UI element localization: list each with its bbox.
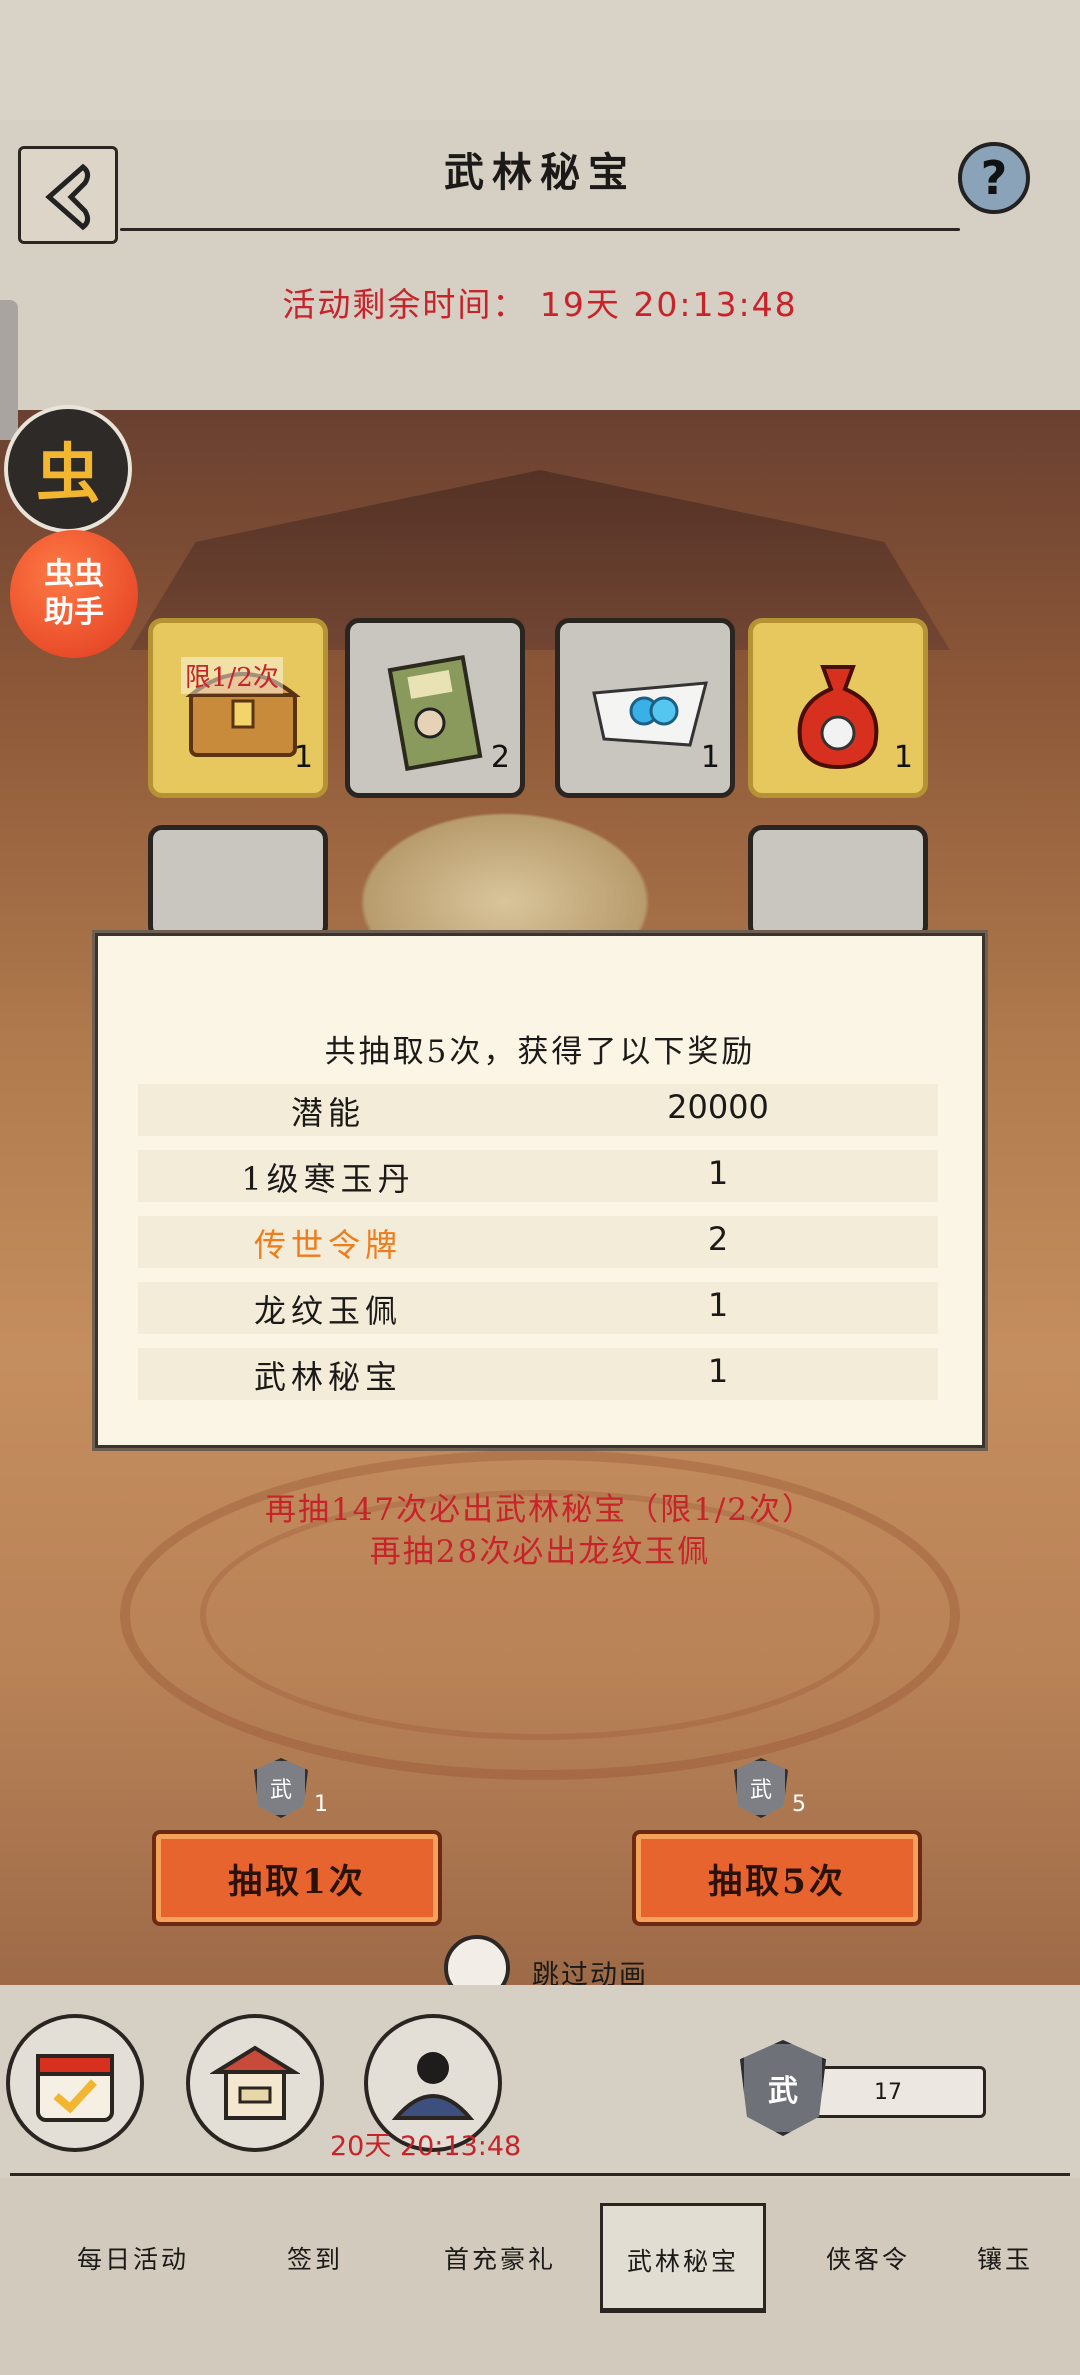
reward-row: 潜能 20000	[98, 1084, 982, 1136]
calendar-icon	[36, 2054, 114, 2122]
prize-card-token[interactable]	[148, 825, 328, 940]
reward-row: 武林秘宝 1	[98, 1348, 982, 1400]
tab-xiake-order[interactable]: 侠客令	[783, 2240, 953, 2276]
draw-one-button[interactable]: 抽取1次	[152, 1830, 442, 1926]
helper-button[interactable]: 虫虫助手	[10, 530, 138, 658]
shortcut-timer: 20天 20:13:48	[330, 2131, 522, 2162]
tabbar-divider	[10, 2173, 1070, 2176]
limit-tag: 限1/2次	[181, 657, 283, 694]
character-portrait-icon	[391, 2052, 475, 2120]
money-bag-icon	[797, 665, 879, 770]
shop-icon	[210, 2045, 300, 2120]
status-strip	[0, 0, 1080, 120]
prize-card-moneybag[interactable]: 1	[748, 618, 928, 798]
prize-card-pendant[interactable]: 1	[555, 618, 735, 798]
reward-name: 潜能	[290, 1094, 365, 1132]
prize-count: 1	[893, 740, 913, 775]
reward-name: 传世令牌	[253, 1226, 402, 1264]
reward-qty: 2	[707, 1220, 729, 1258]
countdown-label: 活动剩余时间：	[282, 285, 528, 324]
tab-inlay-jade[interactable]: 镶玉	[940, 2240, 1070, 2276]
tab-checkin[interactable]: 签到	[230, 2240, 400, 2276]
pity-line-2: 再抽28次必出龙纹玉佩	[369, 1534, 711, 1570]
prize-count: 1	[700, 740, 720, 775]
prize-card-chest[interactable]: 限1/2次 1	[148, 618, 328, 798]
bug-assistant-button[interactable]: 虫	[4, 405, 132, 533]
reward-qty: 1	[707, 1352, 729, 1390]
reward-qty: 1	[707, 1154, 729, 1192]
tab-bar	[0, 2178, 1080, 2375]
shortcut-shop[interactable]	[186, 2014, 324, 2152]
tab-first-recharge[interactable]: 首充豪礼	[415, 2240, 585, 2276]
side-drawer-handle[interactable]	[0, 300, 18, 440]
draw-one-cost: 1	[314, 1792, 328, 1817]
reward-name: 武林秘宝	[253, 1358, 402, 1396]
tab-wulin-treasure[interactable]: 武林秘宝	[600, 2203, 766, 2313]
question-mark-icon: ?	[980, 151, 1008, 205]
reward-name: 1级寒玉丹	[241, 1160, 415, 1198]
manual-book-icon	[387, 655, 483, 771]
draw-one-label: 抽取1次	[228, 1861, 366, 1902]
jade-pendant-icon	[592, 681, 708, 747]
bug-icon: 虫	[36, 438, 100, 512]
tab-daily-activity[interactable]: 每日活动	[48, 2240, 218, 2276]
countdown-value: 19天 20:13:48	[539, 285, 798, 324]
prize-count: 2	[490, 740, 510, 775]
reward-row: 龙纹玉佩 1	[98, 1282, 982, 1334]
reward-dialog-title: 共抽取5次，获得了以下奖励	[324, 1034, 756, 1070]
pity-line-1: 再抽147次必出武林秘宝（限1/2次）	[264, 1492, 816, 1528]
reward-name: 龙纹玉佩	[253, 1292, 402, 1330]
reward-row: 1级寒玉丹 1	[98, 1150, 982, 1202]
prize-card-manual[interactable]: 2	[345, 618, 525, 798]
prize-card-contract[interactable]	[748, 825, 928, 940]
help-button[interactable]: ?	[958, 142, 1030, 214]
event-countdown: 活动剩余时间： 19天 20:13:48	[0, 278, 1080, 326]
helper-label: 虫虫助手	[44, 557, 104, 630]
shortcut-calendar[interactable]	[6, 2014, 144, 2152]
reward-row: 传世令牌 2	[98, 1216, 982, 1268]
currency-count: 17	[874, 2079, 902, 2105]
draw-five-cost: 5	[792, 1792, 806, 1817]
prize-count: 1	[293, 740, 313, 775]
page-title: 武林秘宝	[444, 149, 636, 196]
reward-qty: 1	[707, 1286, 729, 1324]
draw-five-button[interactable]: 抽取5次	[632, 1830, 922, 1926]
draw-five-label: 抽取5次	[708, 1861, 846, 1902]
header-divider	[120, 228, 960, 231]
reward-qty: 20000	[667, 1088, 769, 1126]
reward-dialog[interactable]: 共抽取5次，获得了以下奖励 潜能 20000 1级寒玉丹 1 传世令牌 2 龙纹…	[95, 933, 985, 1448]
